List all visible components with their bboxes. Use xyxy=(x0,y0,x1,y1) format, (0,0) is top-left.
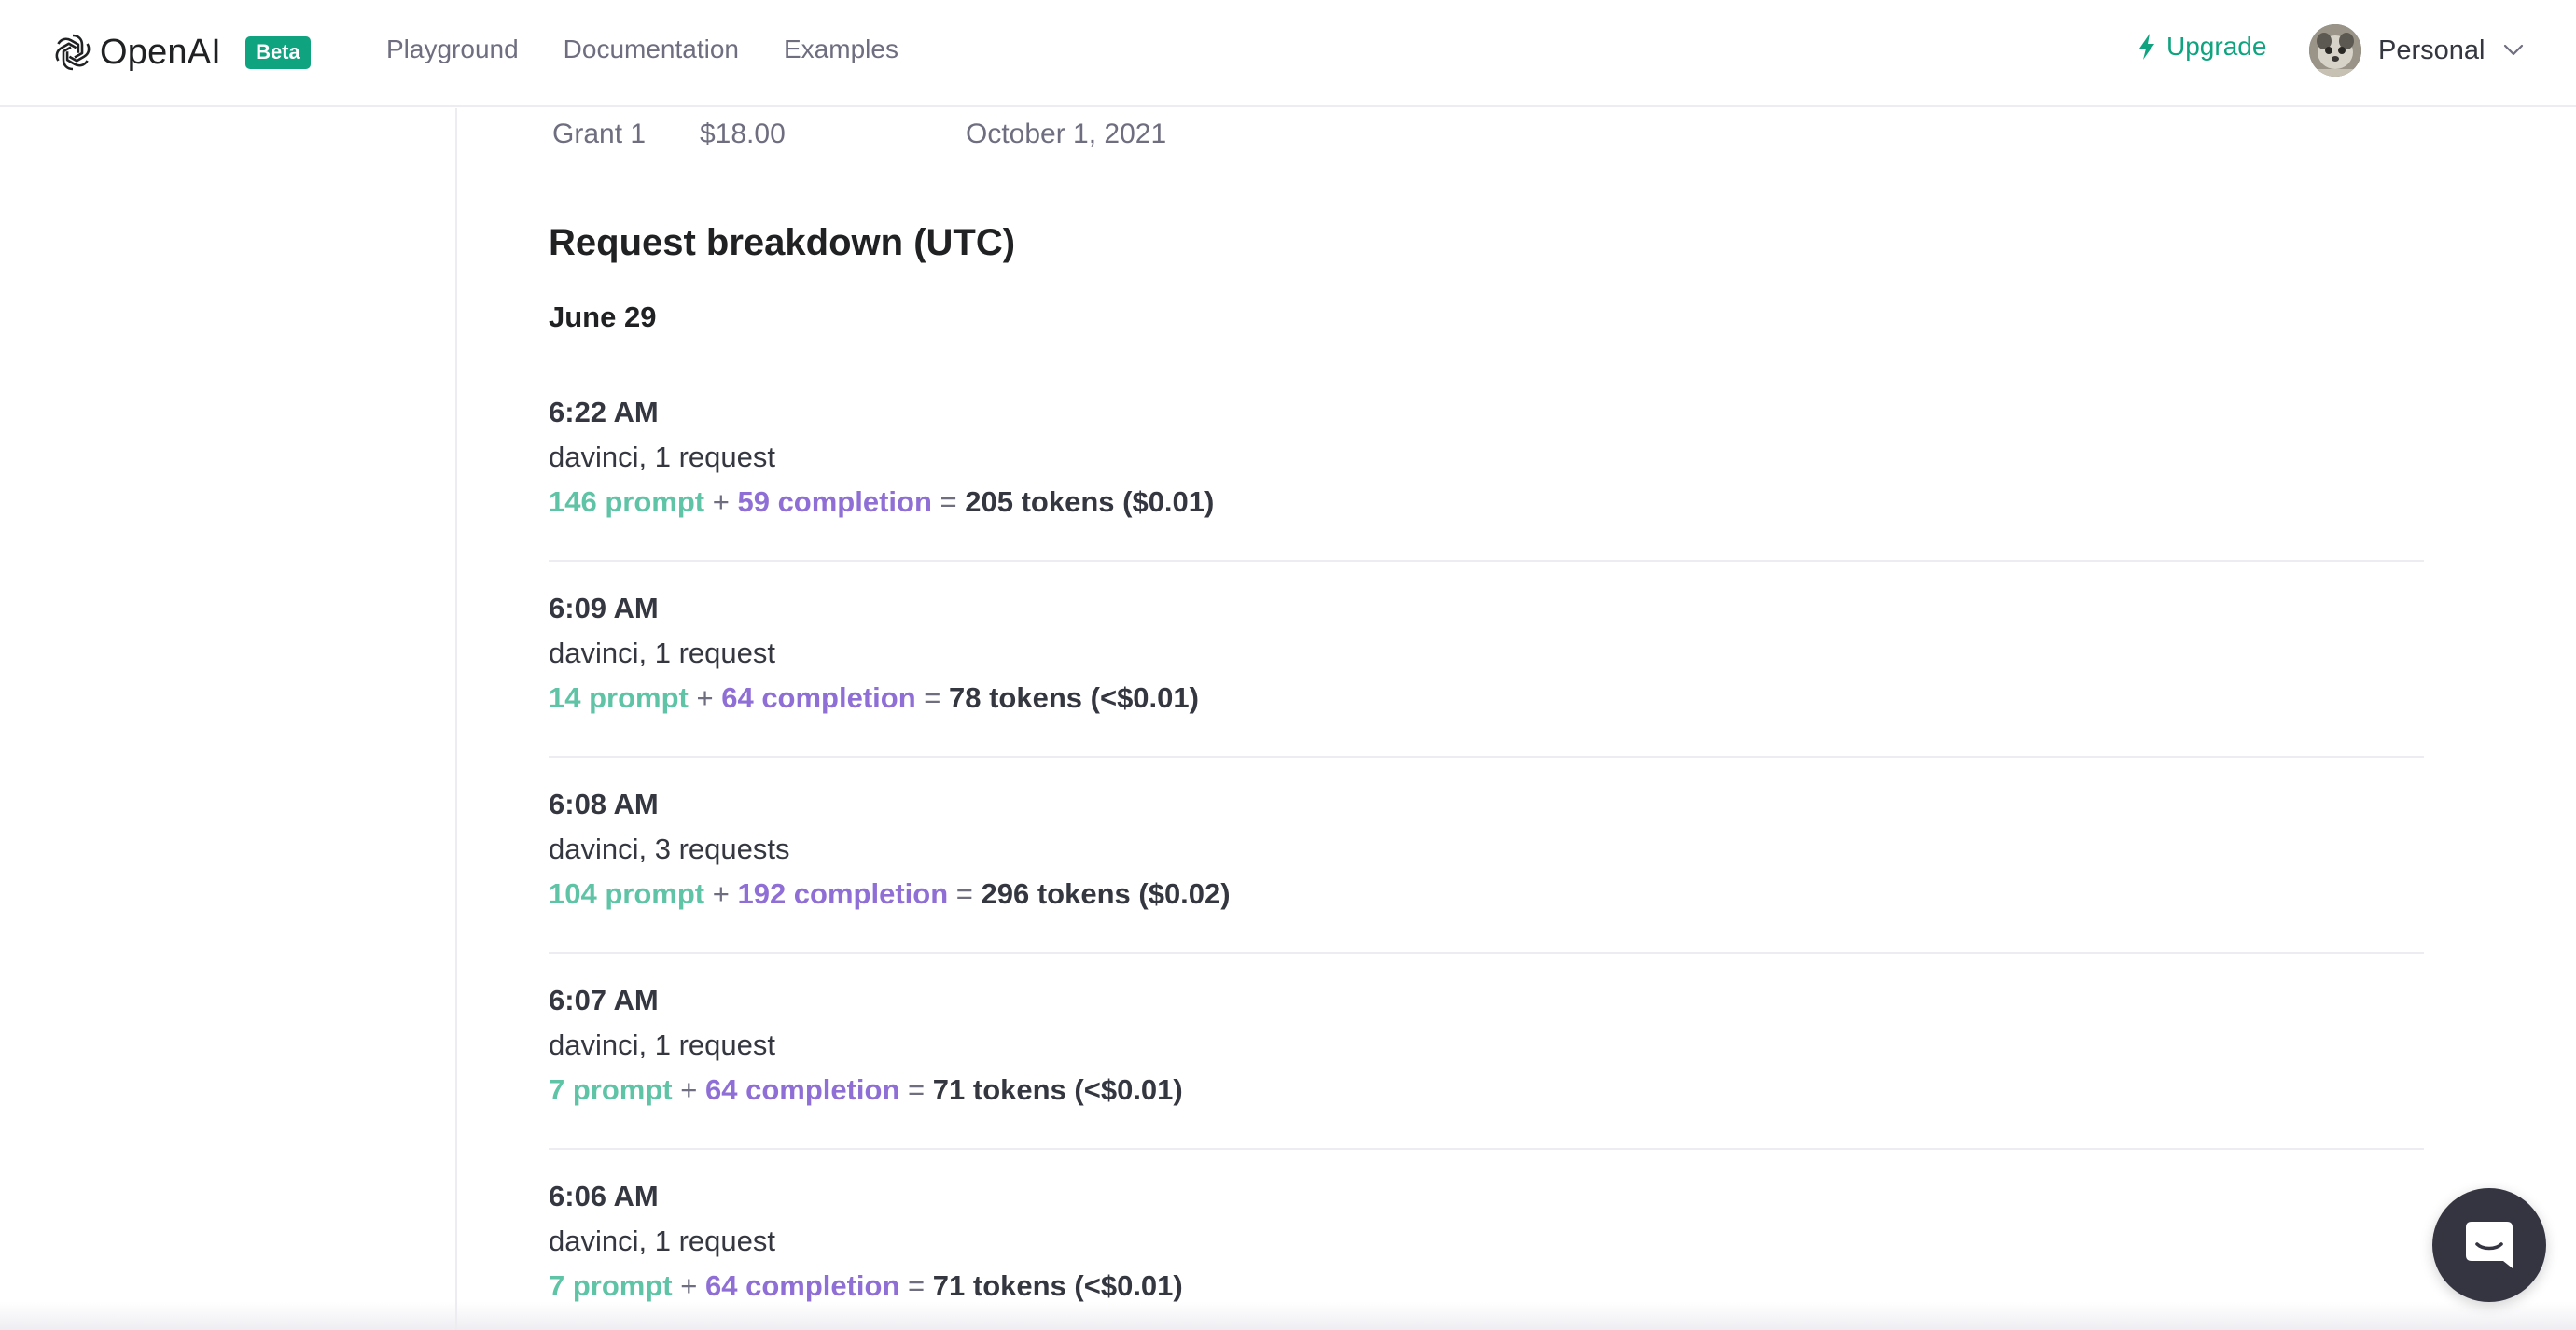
entry-divider xyxy=(549,560,2424,562)
plus-sign: + xyxy=(680,1269,698,1302)
entry-token-summary: 7 prompt + 64 completion = 71 tokens (<$… xyxy=(549,1267,1183,1305)
chat-bubble-icon xyxy=(2466,1222,2513,1268)
chat-launcher-button[interactable] xyxy=(2432,1188,2546,1302)
request-breakdown-title: Request breakdown (UTC) xyxy=(549,222,1016,263)
prompt-tokens: 7 prompt xyxy=(549,1269,673,1302)
avatar xyxy=(2309,24,2361,77)
entry-divider xyxy=(549,952,2424,954)
entry-model: davinci, 1 request xyxy=(549,637,775,669)
upgrade-label: Upgrade xyxy=(2166,32,2267,61)
upgrade-link[interactable]: Upgrade xyxy=(2137,32,2266,62)
account-menu[interactable]: Personal xyxy=(2309,24,2524,77)
completion-tokens: 64 completion xyxy=(704,1073,900,1106)
request-entry: 6:06 AM davinci, 1 request 7 prompt + 64… xyxy=(549,1178,2424,1327)
left-sidebar xyxy=(0,108,457,1330)
plus-sign: + xyxy=(712,485,730,518)
grant-name: Grant 1 xyxy=(552,119,647,149)
lightning-bolt-icon xyxy=(2139,34,2154,60)
grant-amount: $18.00 xyxy=(700,119,786,149)
openai-logo-icon xyxy=(55,34,91,71)
equals-sign: = xyxy=(924,681,941,714)
plus-sign: + xyxy=(680,1073,698,1106)
total-tokens: 71 tokens (<$0.01) xyxy=(932,1073,1183,1106)
request-entry: 6:07 AM davinci, 1 request 7 prompt + 64… xyxy=(549,982,2424,1178)
total-tokens: 205 tokens ($0.01) xyxy=(965,485,1215,518)
prompt-tokens: 7 prompt xyxy=(549,1073,673,1106)
completion-tokens: 64 completion xyxy=(721,681,916,714)
entry-time: 6:22 AM xyxy=(549,396,659,428)
prompt-tokens: 14 prompt xyxy=(549,681,689,714)
request-entry: 6:22 AM davinci, 1 request 146 prompt + … xyxy=(549,394,2424,590)
nav-documentation[interactable]: Documentation xyxy=(564,31,739,68)
total-tokens: 78 tokens (<$0.01) xyxy=(949,681,1199,714)
main-nav: Playground Documentation Examples xyxy=(386,31,898,68)
completion-tokens: 64 completion xyxy=(704,1269,900,1302)
entry-time: 6:06 AM xyxy=(549,1180,659,1212)
nav-examples[interactable]: Examples xyxy=(784,31,898,68)
entry-model: davinci, 1 request xyxy=(549,1225,775,1257)
nav-playground[interactable]: Playground xyxy=(386,31,519,68)
brand-logo[interactable]: OpenAI Beta xyxy=(51,28,311,77)
breakdown-date: June 29 xyxy=(549,301,657,333)
entry-model: davinci, 1 request xyxy=(549,1029,775,1061)
entry-token-summary: 146 prompt + 59 completion = 205 tokens … xyxy=(549,483,1214,521)
prompt-tokens: 104 prompt xyxy=(549,877,705,910)
entry-model: davinci, 1 request xyxy=(549,441,775,473)
plus-sign: + xyxy=(696,681,714,714)
total-tokens: 296 tokens ($0.02) xyxy=(981,877,1231,910)
equals-sign: = xyxy=(908,1269,926,1302)
top-header: OpenAI Beta Playground Documentation Exa… xyxy=(0,0,2576,107)
plus-sign: + xyxy=(712,877,730,910)
entry-divider xyxy=(549,756,2424,758)
prompt-tokens: 146 prompt xyxy=(549,485,705,518)
equals-sign: = xyxy=(955,877,973,910)
total-tokens: 71 tokens (<$0.01) xyxy=(932,1269,1183,1302)
brand-name: OpenAI xyxy=(100,32,222,72)
equals-sign: = xyxy=(908,1073,926,1106)
completion-tokens: 192 completion xyxy=(737,877,949,910)
request-entry: 6:08 AM davinci, 3 requests 104 prompt +… xyxy=(549,786,2424,982)
entry-model: davinci, 3 requests xyxy=(549,833,790,865)
request-entry: 6:09 AM davinci, 1 request 14 prompt + 6… xyxy=(549,590,2424,786)
entry-token-summary: 7 prompt + 64 completion = 71 tokens (<$… xyxy=(549,1071,1183,1109)
entry-divider xyxy=(549,1148,2424,1150)
chevron-down-icon xyxy=(2504,44,2524,56)
entry-time: 6:07 AM xyxy=(549,984,659,1016)
completion-tokens: 59 completion xyxy=(737,485,932,518)
entry-token-summary: 14 prompt + 64 completion = 78 tokens (<… xyxy=(549,679,1199,717)
entry-token-summary: 104 prompt + 192 completion = 296 tokens… xyxy=(549,875,1231,913)
entry-time: 6:08 AM xyxy=(549,788,659,820)
grant-expiry-date: October 1, 2021 xyxy=(966,119,1167,149)
entry-time: 6:09 AM xyxy=(549,592,659,624)
beta-badge: Beta xyxy=(245,35,311,69)
account-name: Personal xyxy=(2378,35,2485,65)
equals-sign: = xyxy=(940,485,957,518)
